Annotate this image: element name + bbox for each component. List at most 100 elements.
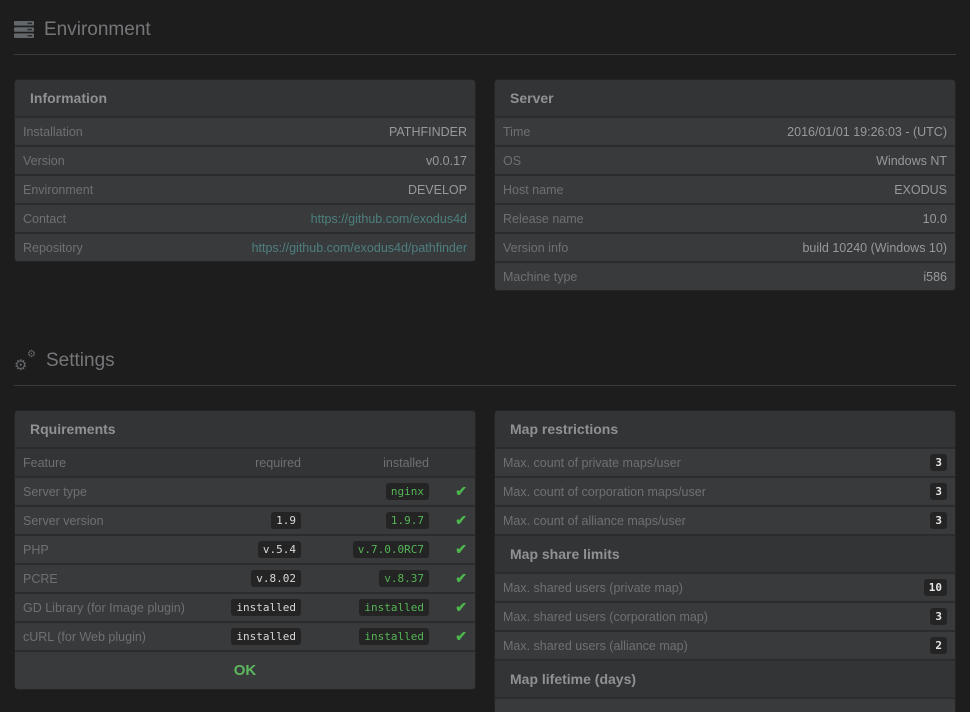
information-panel: Information Installation PATHFINDER Vers… (14, 79, 476, 262)
server-stack-icon (14, 21, 34, 39)
server-row-os: OS Windows NT (495, 145, 955, 174)
panel-title: Map restrictions (495, 411, 955, 447)
value-badge: 3 (930, 512, 947, 529)
map-row-alliance-maps: Max. count of alliance maps/user 3 (495, 505, 955, 534)
row-value: 2016/01/01 19:26:03 - (UTC) (787, 125, 947, 139)
row-label: Max. shared users (private map) (503, 581, 683, 595)
settings-section-header: ⚙ ⚙ Settings (14, 347, 956, 375)
panel-title: Rquirements (15, 411, 475, 447)
check-icon: ✔ (455, 570, 467, 586)
feature-label: Server version (23, 514, 201, 528)
requirements-table-header: Feature required installed (15, 447, 475, 476)
row-value: Windows NT (876, 154, 947, 168)
col-header-required: required (201, 456, 301, 470)
repository-link[interactable]: https://github.com/exodus4d/pathfinder (252, 241, 467, 255)
contact-link[interactable]: https://github.com/exodus4d (311, 212, 467, 226)
col-header-feature: Feature (23, 456, 201, 470)
row-value: build 10240 (Windows 10) (802, 241, 947, 255)
feature-label: cURL (for Web plugin) (23, 630, 201, 644)
section-title: Environment (44, 19, 151, 41)
info-row-contact: Contact https://github.com/exodus4d (15, 203, 475, 232)
value-badge: 3 (930, 483, 947, 500)
info-row-version: Version v0.0.17 (15, 145, 475, 174)
feature-label: GD Library (for Image plugin) (23, 601, 201, 615)
check-icon: ✔ (455, 541, 467, 557)
installed-badge: 1.9.7 (386, 512, 429, 529)
share-row-alliance: Max. shared users (alliance map) 2 (495, 630, 955, 659)
map-share-limits-subheader: Map share limits (495, 534, 955, 572)
server-row-machinetype: Machine type i586 (495, 261, 955, 290)
row-label: Max. count of private maps/user (503, 456, 681, 470)
value-badge: 10 (924, 579, 947, 596)
panel-title: Information (15, 80, 475, 116)
settings-panels: Rquirements Feature required installed S… (14, 410, 956, 712)
row-value: 10.0 (923, 212, 947, 226)
row-label: Host name (503, 183, 563, 197)
environment-section-header: Environment (14, 16, 956, 44)
req-row-server-version: Server version 1.9 1.9.7 ✔ (15, 505, 475, 534)
gear-icon: ⚙ (14, 358, 27, 373)
section-title: Settings (46, 350, 115, 372)
map-lifetime-subheader: Map lifetime (days) (495, 659, 955, 697)
row-label: Version info (503, 241, 568, 255)
environment-panels: Information Installation PATHFINDER Vers… (14, 79, 956, 291)
required-badge: v.5.4 (258, 541, 301, 558)
installed-badge: v.7.0.0RC7 (353, 541, 429, 558)
value-badge: 3 (930, 454, 947, 471)
installed-badge: v.8.37 (379, 570, 429, 587)
row-label: Max. count of corporation maps/user (503, 485, 706, 499)
feature-label: PHP (23, 543, 201, 557)
row-value: PATHFINDER (389, 125, 467, 139)
map-restrictions-panel: Map restrictions Max. count of private m… (494, 410, 956, 712)
gears-icon: ⚙ ⚙ (14, 352, 36, 371)
map-row-private-maps: Max. count of private maps/user 3 (495, 447, 955, 476)
row-value: v0.0.17 (426, 154, 467, 168)
info-row-installation: Installation PATHFINDER (15, 116, 475, 145)
server-row-versioninfo: Version info build 10240 (Windows 10) (495, 232, 955, 261)
info-row-repository: Repository https://github.com/exodus4d/p… (15, 232, 475, 261)
feature-label: PCRE (23, 572, 201, 586)
required-badge: installed (231, 628, 301, 645)
value-badge: 3 (930, 608, 947, 625)
required-badge: v.8.02 (251, 570, 301, 587)
row-label: Max. shared users (corporation map) (503, 610, 708, 624)
req-row-curl: cURL (for Web plugin) installed installe… (15, 621, 475, 650)
row-value: EXODUS (894, 183, 947, 197)
row-value: i586 (923, 270, 947, 284)
row-label: Max. count of alliance maps/user (503, 514, 686, 528)
req-row-pcre: PCRE v.8.02 v.8.37 ✔ (15, 563, 475, 592)
required-badge: 1.9 (271, 512, 301, 529)
feature-label: Server type (23, 485, 201, 499)
col-header-installed: installed (301, 456, 429, 470)
installed-badge: installed (359, 628, 429, 645)
value-badge: 2 (930, 637, 947, 654)
installed-badge: nginx (386, 483, 429, 500)
req-row-php: PHP v.5.4 v.7.0.0RC7 ✔ (15, 534, 475, 563)
check-icon: ✔ (455, 628, 467, 644)
info-row-environment: Environment DEVELOP (15, 174, 475, 203)
share-row-corporation: Max. shared users (corporation map) 3 (495, 601, 955, 630)
requirements-panel: Rquirements Feature required installed S… (14, 410, 476, 690)
check-icon: ✔ (455, 512, 467, 528)
gear-icon: ⚙ (27, 350, 36, 360)
check-icon: ✔ (455, 599, 467, 615)
row-label: Contact (23, 212, 66, 226)
row-label: Time (503, 125, 530, 139)
map-row-corporation-maps: Max. count of corporation maps/user 3 (495, 476, 955, 505)
row-label: Release name (503, 212, 584, 226)
row-label: Machine type (503, 270, 577, 284)
required-badge: installed (231, 599, 301, 616)
row-label: Environment (23, 183, 93, 197)
section-divider (14, 54, 956, 55)
row-label: Max. shared users (alliance map) (503, 639, 688, 653)
section-divider (14, 385, 956, 386)
lifetime-row-partial (495, 697, 955, 712)
row-value: DEVELOP (408, 183, 467, 197)
server-row-release: Release name 10.0 (495, 203, 955, 232)
panel-title: Server (495, 80, 955, 116)
share-row-private: Max. shared users (private map) 10 (495, 572, 955, 601)
req-row-server-type: Server type nginx ✔ (15, 476, 475, 505)
row-label: OS (503, 154, 521, 168)
req-row-gd-library: GD Library (for Image plugin) installed … (15, 592, 475, 621)
requirements-status: OK (15, 650, 475, 689)
